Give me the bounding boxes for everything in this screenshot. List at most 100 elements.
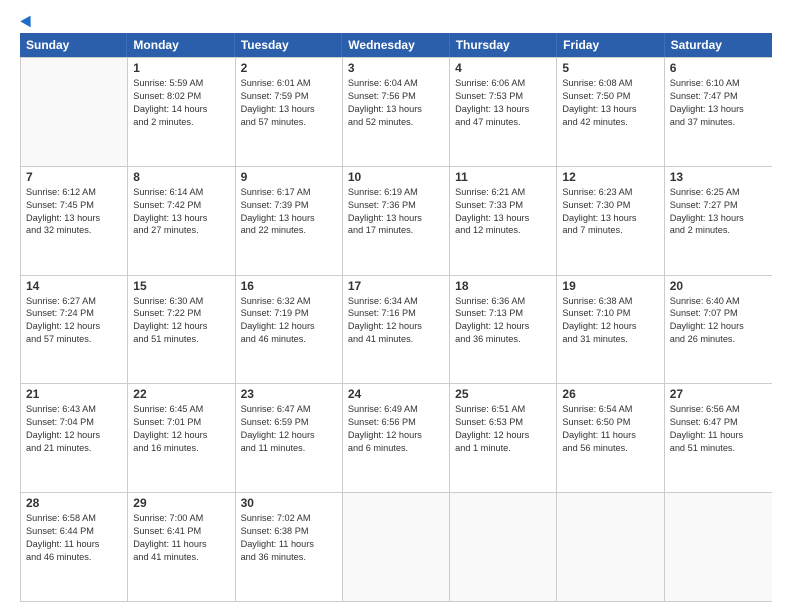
calendar-cell: 16Sunrise: 6:32 AMSunset: 7:19 PMDayligh… <box>236 276 343 384</box>
calendar-cell: 21 Sunrise: 6:43 AMSunset: 7:04 PMDayligh… <box>21 384 128 492</box>
cell-line: and 17 minutes. <box>348 224 444 237</box>
cell-line: Sunset: 7:36 PM <box>348 199 444 212</box>
day-number: 17 <box>348 279 444 293</box>
header-day: Sunday <box>20 33 127 57</box>
cell-line: Sunrise: 6:47 AM <box>241 403 337 416</box>
cell-line: Sunset: 7:30 PM <box>562 199 658 212</box>
cell-line: Sunrise: 6:43 AM <box>26 403 122 416</box>
cell-line: Sunrise: 6:06 AM <box>455 77 551 90</box>
cell-line: Sunset: 7:19 PM <box>241 307 337 320</box>
day-number: 22 <box>133 387 229 401</box>
cell-line: Daylight: 12 hours <box>348 429 444 442</box>
cell-line: and 52 minutes. <box>348 116 444 129</box>
calendar-cell <box>343 493 450 601</box>
day-number: 5 <box>562 61 658 75</box>
cell-line: Sunrise: 7:00 AM <box>133 512 229 525</box>
calendar-cell <box>450 493 557 601</box>
cell-line: Sunrise: 6:12 AM <box>26 186 122 199</box>
cell-line: Sunset: 7:22 PM <box>133 307 229 320</box>
cell-line: and 51 minutes. <box>133 333 229 346</box>
cell-line: and 2 minutes. <box>133 116 229 129</box>
calendar-cell: 28Sunrise: 6:58 AMSunset: 6:44 PMDayligh… <box>21 493 128 601</box>
calendar-cell: 25Sunrise: 6:51 AMSunset: 6:53 PMDayligh… <box>450 384 557 492</box>
cell-line: Sunrise: 6:54 AM <box>562 403 658 416</box>
calendar-body: 1Sunrise: 5:59 AMSunset: 8:02 PMDaylight… <box>20 57 772 602</box>
cell-line: and 36 minutes. <box>241 551 337 564</box>
header-day: Friday <box>557 33 664 57</box>
calendar-cell: 4Sunrise: 6:06 AMSunset: 7:53 PMDaylight… <box>450 58 557 166</box>
cell-line: Sunset: 7:04 PM <box>26 416 122 429</box>
cell-line: and 41 minutes. <box>133 551 229 564</box>
calendar-header: SundayMondayTuesdayWednesdayThursdayFrid… <box>20 33 772 57</box>
day-number: 11 <box>455 170 551 184</box>
cell-line: and 31 minutes. <box>562 333 658 346</box>
cell-line: Daylight: 11 hours <box>26 538 122 551</box>
calendar-cell: 29Sunrise: 7:00 AMSunset: 6:41 PMDayligh… <box>128 493 235 601</box>
calendar-cell: 26Sunrise: 6:54 AMSunset: 6:50 PMDayligh… <box>557 384 664 492</box>
calendar-cell: 13Sunrise: 6:25 AMSunset: 7:27 PMDayligh… <box>665 167 772 275</box>
calendar-cell: 24Sunrise: 6:49 AMSunset: 6:56 PMDayligh… <box>343 384 450 492</box>
cell-line: Sunrise: 6:21 AM <box>455 186 551 199</box>
cell-line: and 7 minutes. <box>562 224 658 237</box>
calendar-cell: 2Sunrise: 6:01 AMSunset: 7:59 PMDaylight… <box>236 58 343 166</box>
cell-line: Sunrise: 6:38 AM <box>562 295 658 308</box>
cell-line: Sunrise: 6:36 AM <box>455 295 551 308</box>
day-number: 30 <box>241 496 337 510</box>
cell-line: and 46 minutes. <box>241 333 337 346</box>
cell-line: Sunrise: 6:34 AM <box>348 295 444 308</box>
calendar-cell: 9Sunrise: 6:17 AMSunset: 7:39 PMDaylight… <box>236 167 343 275</box>
cell-line: and 1 minute. <box>455 442 551 455</box>
cell-line: Sunset: 6:41 PM <box>133 525 229 538</box>
cell-line: and 2 minutes. <box>670 224 767 237</box>
cell-line: Daylight: 12 hours <box>455 320 551 333</box>
day-number: 20 <box>670 279 767 293</box>
cell-line: and 47 minutes. <box>455 116 551 129</box>
cell-line: Daylight: 12 hours <box>26 429 122 442</box>
calendar-cell: 30Sunrise: 7:02 AMSunset: 6:38 PMDayligh… <box>236 493 343 601</box>
cell-line: and 51 minutes. <box>670 442 767 455</box>
cell-line: Sunset: 7:13 PM <box>455 307 551 320</box>
cell-line: Daylight: 13 hours <box>670 103 767 116</box>
calendar-cell: 17Sunrise: 6:34 AMSunset: 7:16 PMDayligh… <box>343 276 450 384</box>
cell-line: Sunset: 7:39 PM <box>241 199 337 212</box>
day-number: 4 <box>455 61 551 75</box>
cell-line: Daylight: 13 hours <box>348 103 444 116</box>
calendar-cell: 15Sunrise: 6:30 AMSunset: 7:22 PMDayligh… <box>128 276 235 384</box>
cell-line: Sunrise: 6:27 AM <box>26 295 122 308</box>
calendar-cell: 11Sunrise: 6:21 AMSunset: 7:33 PMDayligh… <box>450 167 557 275</box>
cell-line: Sunrise: 7:02 AM <box>241 512 337 525</box>
cell-line: Daylight: 13 hours <box>455 212 551 225</box>
cell-line: Sunset: 6:56 PM <box>348 416 444 429</box>
day-number: 2 <box>241 61 337 75</box>
cell-line: Sunrise: 6:32 AM <box>241 295 337 308</box>
cell-line: Sunset: 7:50 PM <box>562 90 658 103</box>
cell-line: Sunrise: 6:14 AM <box>133 186 229 199</box>
calendar-row: 7Sunrise: 6:12 AMSunset: 7:45 PMDaylight… <box>21 167 772 276</box>
calendar-row: 21Sunrise: 6:43 AMSunset: 7:04 PMDayligh… <box>21 384 772 493</box>
day-number: 18 <box>455 279 551 293</box>
header-day: Saturday <box>665 33 772 57</box>
cell-line: Daylight: 12 hours <box>455 429 551 442</box>
cell-line: Daylight: 12 hours <box>241 320 337 333</box>
day-number: 6 <box>670 61 767 75</box>
cell-line: Daylight: 13 hours <box>26 212 122 225</box>
cell-line: Sunrise: 6:19 AM <box>348 186 444 199</box>
cell-line: Daylight: 13 hours <box>133 212 229 225</box>
calendar-cell: 23Sunrise: 6:47 AMSunset: 6:59 PMDayligh… <box>236 384 343 492</box>
day-number: 21 <box>26 387 122 401</box>
cell-line: Sunrise: 5:59 AM <box>133 77 229 90</box>
day-number: 27 <box>670 387 767 401</box>
cell-line: Daylight: 11 hours <box>241 538 337 551</box>
cell-line: and 21 minutes. <box>26 442 122 455</box>
cell-line: Sunset: 6:44 PM <box>26 525 122 538</box>
cell-line: and 27 minutes. <box>133 224 229 237</box>
day-number: 1 <box>133 61 229 75</box>
cell-line: Sunrise: 6:58 AM <box>26 512 122 525</box>
calendar-cell <box>21 58 128 166</box>
calendar-cell: 5Sunrise: 6:08 AMSunset: 7:50 PMDaylight… <box>557 58 664 166</box>
day-number: 3 <box>348 61 444 75</box>
day-number: 25 <box>455 387 551 401</box>
cell-line: and 37 minutes. <box>670 116 767 129</box>
cell-line: Sunset: 7:56 PM <box>348 90 444 103</box>
calendar: SundayMondayTuesdayWednesdayThursdayFrid… <box>20 33 772 602</box>
